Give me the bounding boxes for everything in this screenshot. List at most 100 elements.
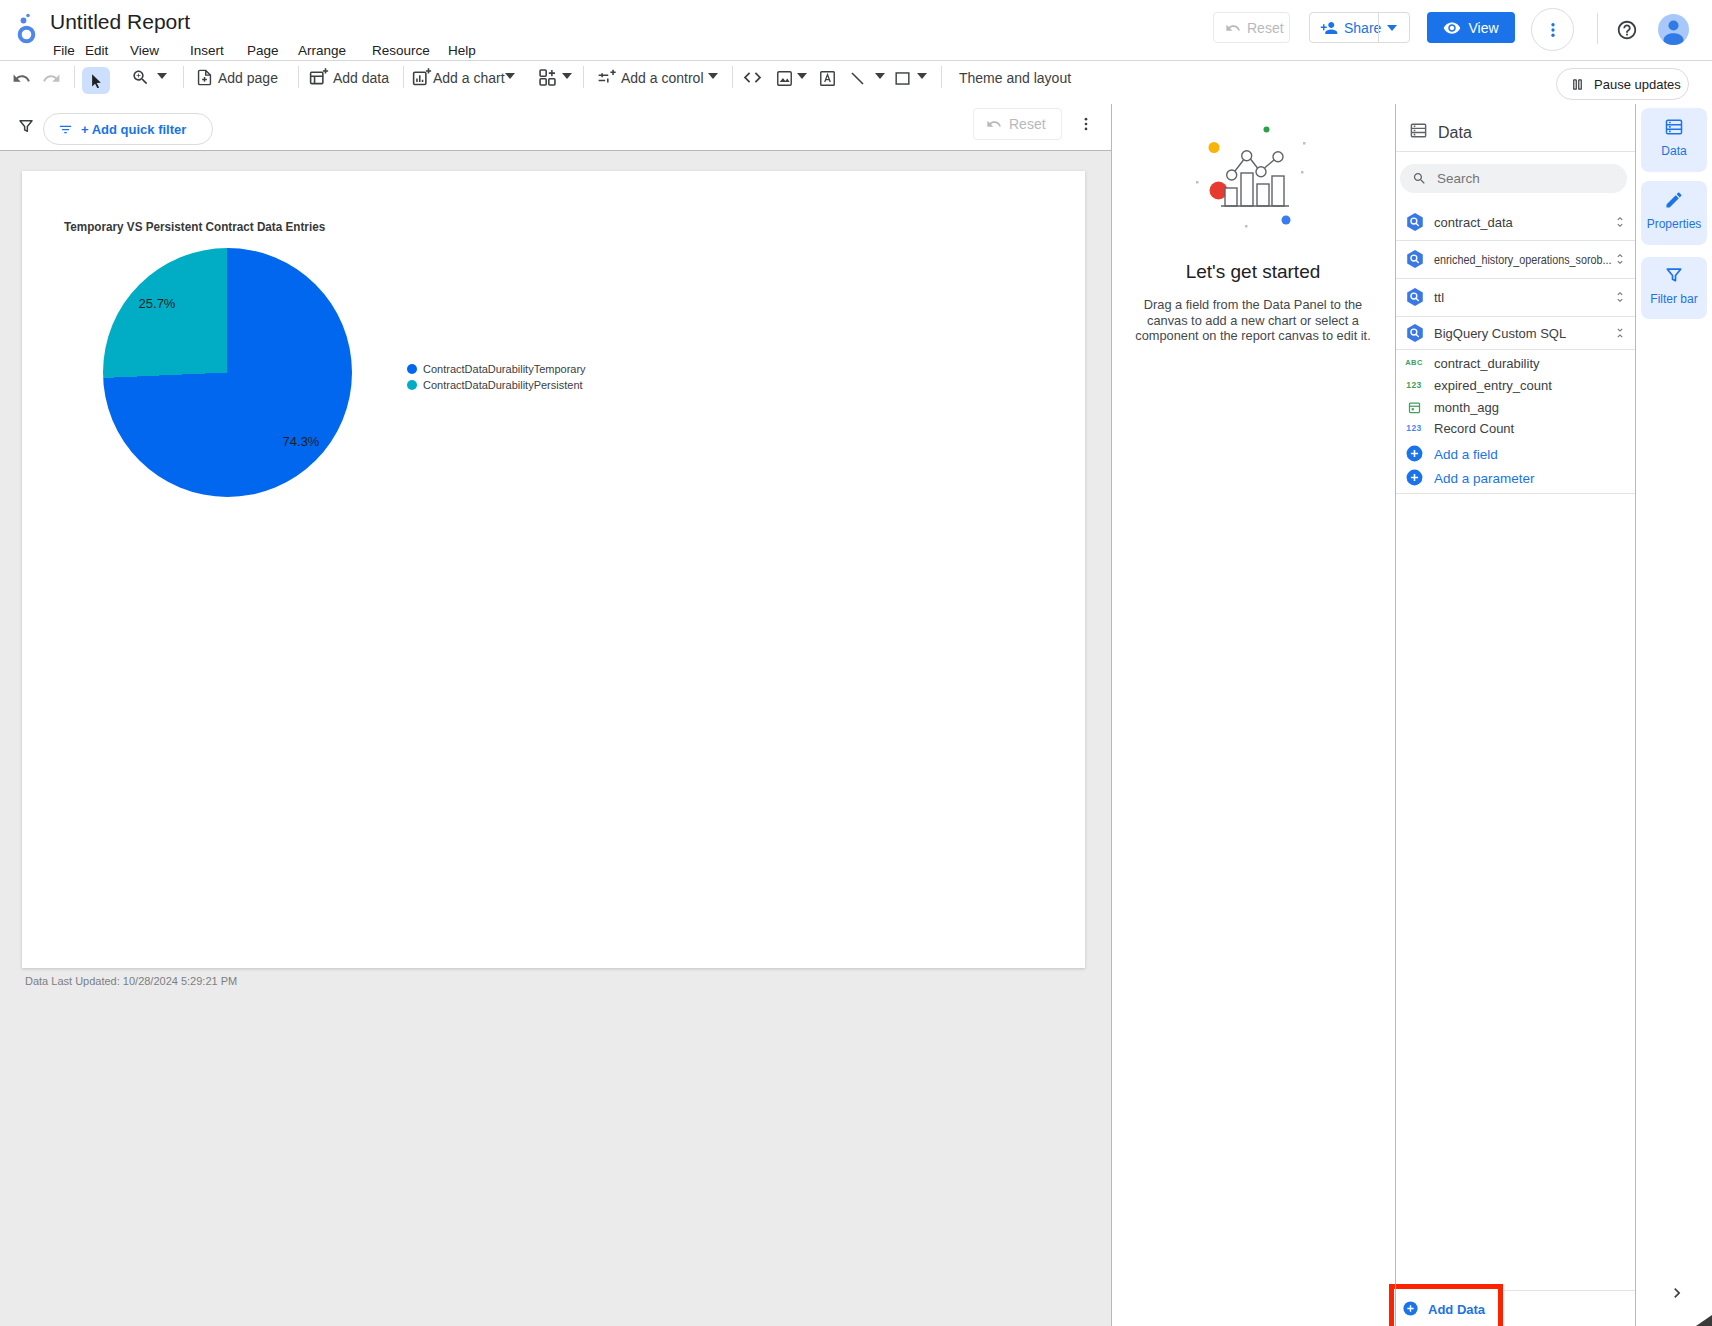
shape-dropdown-arrow[interactable]: [917, 73, 927, 79]
share-button[interactable]: Share: [1309, 12, 1410, 43]
add-chart-dropdown-arrow[interactable]: [505, 73, 515, 79]
data-source-bigquery-custom-sql[interactable]: BigQuery Custom SQL: [1434, 326, 1566, 341]
source-divider: [1396, 278, 1635, 279]
help-icon[interactable]: [1616, 19, 1638, 41]
add-data-top-divider: [1504, 1290, 1635, 1291]
source-divider: [1396, 316, 1635, 317]
menu-help[interactable]: Help: [448, 43, 476, 58]
sort-toggle-icon[interactable]: [1612, 289, 1628, 305]
pencil-icon: [1664, 190, 1684, 210]
toolbar-separator: [403, 66, 404, 88]
add-parameter-icon: [1405, 468, 1424, 487]
add-control-dropdown-arrow[interactable]: [708, 73, 718, 79]
add-data-icon: [308, 67, 329, 88]
share-button-divider: [1378, 13, 1379, 42]
looker-studio-logo[interactable]: [14, 10, 44, 46]
community-viz-dropdown-arrow[interactable]: [562, 73, 572, 79]
collapse-panel-chevron[interactable]: [1667, 1283, 1687, 1303]
menu-arrange[interactable]: Arrange: [298, 43, 346, 58]
menu-view[interactable]: View: [130, 43, 159, 58]
field-contract-durability[interactable]: contract_durability: [1434, 356, 1540, 371]
corner-cursor-fragment: [1696, 1315, 1712, 1326]
logo-ring: [20, 28, 34, 42]
search-box[interactable]: [1400, 164, 1627, 193]
add-control-button[interactable]: Add a control: [621, 70, 704, 86]
add-chart-button[interactable]: Add a chart: [433, 70, 505, 86]
line-dropdown-arrow[interactable]: [875, 73, 885, 79]
toolbar-separator: [941, 66, 942, 88]
line-tool-button[interactable]: [847, 68, 867, 88]
pie-chart[interactable]: [103, 248, 352, 497]
eye-icon: [1443, 19, 1461, 37]
share-dropdown-arrow[interactable]: [1387, 25, 1397, 31]
shape-tool-button[interactable]: [892, 68, 912, 88]
undo-button[interactable]: [11, 68, 31, 88]
add-field-icon: [1405, 444, 1424, 463]
redo-button[interactable]: [41, 68, 61, 88]
menu-edit[interactable]: Edit: [85, 43, 108, 58]
tab-filter-bar[interactable]: Filter bar: [1641, 257, 1707, 319]
data-panel-right-border: [1635, 104, 1636, 1326]
tab-properties[interactable]: Properties: [1641, 181, 1707, 245]
menu-file[interactable]: File: [53, 43, 75, 58]
embed-code-button[interactable]: [742, 67, 763, 88]
theme-and-layout-button[interactable]: Theme and layout: [959, 70, 1071, 86]
fields-bottom-divider: [1396, 493, 1635, 494]
view-button[interactable]: View: [1427, 12, 1515, 43]
pause-icon: [1570, 77, 1585, 92]
menu-page[interactable]: Page: [247, 43, 279, 58]
sort-toggle-icon[interactable]: [1612, 251, 1628, 267]
avatar[interactable]: [1658, 14, 1689, 45]
sort-toggle-icon[interactable]: [1612, 214, 1628, 230]
toolbar-separator: [732, 66, 733, 88]
data-panel-left-border: [1395, 104, 1396, 1326]
header-more-options-button[interactable]: [1531, 8, 1574, 51]
menu-insert[interactable]: Insert: [190, 43, 224, 58]
data-last-updated: Data Last Updated: 10/28/2024 5:29:21 PM: [25, 975, 237, 987]
toolbar-separator: [74, 66, 75, 88]
legend-dot-persistent: [407, 380, 417, 390]
add-a-field-button[interactable]: Add a field: [1434, 447, 1498, 462]
add-data-button[interactable]: Add data: [333, 70, 389, 86]
illustration-blue-dot: [1282, 216, 1291, 225]
filter-bar-more-options[interactable]: [1076, 114, 1096, 134]
pause-updates-button[interactable]: Pause updates: [1556, 68, 1689, 100]
field-record-count[interactable]: Record Count: [1434, 421, 1514, 436]
zoom-dropdown-arrow[interactable]: [157, 73, 167, 79]
community-visualizations-button[interactable]: [537, 67, 558, 88]
field-month-agg[interactable]: month_agg: [1434, 400, 1499, 415]
text-box-button[interactable]: [817, 68, 837, 88]
report-title[interactable]: Untitled Report: [50, 10, 190, 34]
add-a-parameter-button[interactable]: Add a parameter: [1434, 471, 1535, 486]
header-reset-button[interactable]: Reset: [1213, 12, 1290, 43]
canvas-right-border: [1111, 104, 1112, 1326]
illustration-green-dot: [1264, 127, 1270, 133]
source-divider: [1396, 240, 1635, 241]
header-border: [0, 60, 1712, 61]
data-source-contract-data[interactable]: contract_data: [1434, 215, 1513, 230]
tab-data[interactable]: Data: [1641, 108, 1707, 172]
add-chart-icon: [411, 67, 432, 88]
add-quick-filter-button[interactable]: + Add quick filter: [43, 113, 213, 145]
chart-title: Temporary VS Persistent Contract Data En…: [64, 219, 325, 234]
getting-started-heading: Let's get started: [1111, 261, 1395, 283]
search-input[interactable]: [1437, 171, 1587, 186]
data-source-ttl[interactable]: ttl: [1434, 290, 1444, 305]
collapse-source-icon[interactable]: [1612, 325, 1628, 341]
bigquery-source-icon: [1404, 286, 1426, 308]
add-page-button[interactable]: Add page: [218, 70, 278, 86]
image-dropdown-arrow[interactable]: [797, 73, 807, 79]
filter-reset-button[interactable]: Reset: [973, 108, 1062, 140]
text-field-icon: ABC: [1402, 357, 1426, 369]
cursor-icon: [89, 73, 104, 88]
header-divider: [1597, 13, 1598, 44]
pie-slice-label-temporary: 74.3%: [271, 434, 331, 449]
zoom-tool-button[interactable]: [130, 67, 150, 87]
data-source-enriched-history[interactable]: enriched_history_operations_sorob...: [1434, 252, 1612, 267]
menu-resource[interactable]: Resource: [372, 43, 430, 58]
image-button[interactable]: [774, 68, 794, 88]
field-expired-entry-count[interactable]: expired_entry_count: [1434, 378, 1552, 393]
filter-reset-undo-icon: [986, 116, 1002, 132]
toolbar-separator: [583, 66, 584, 88]
select-tool-button[interactable]: [82, 67, 110, 94]
